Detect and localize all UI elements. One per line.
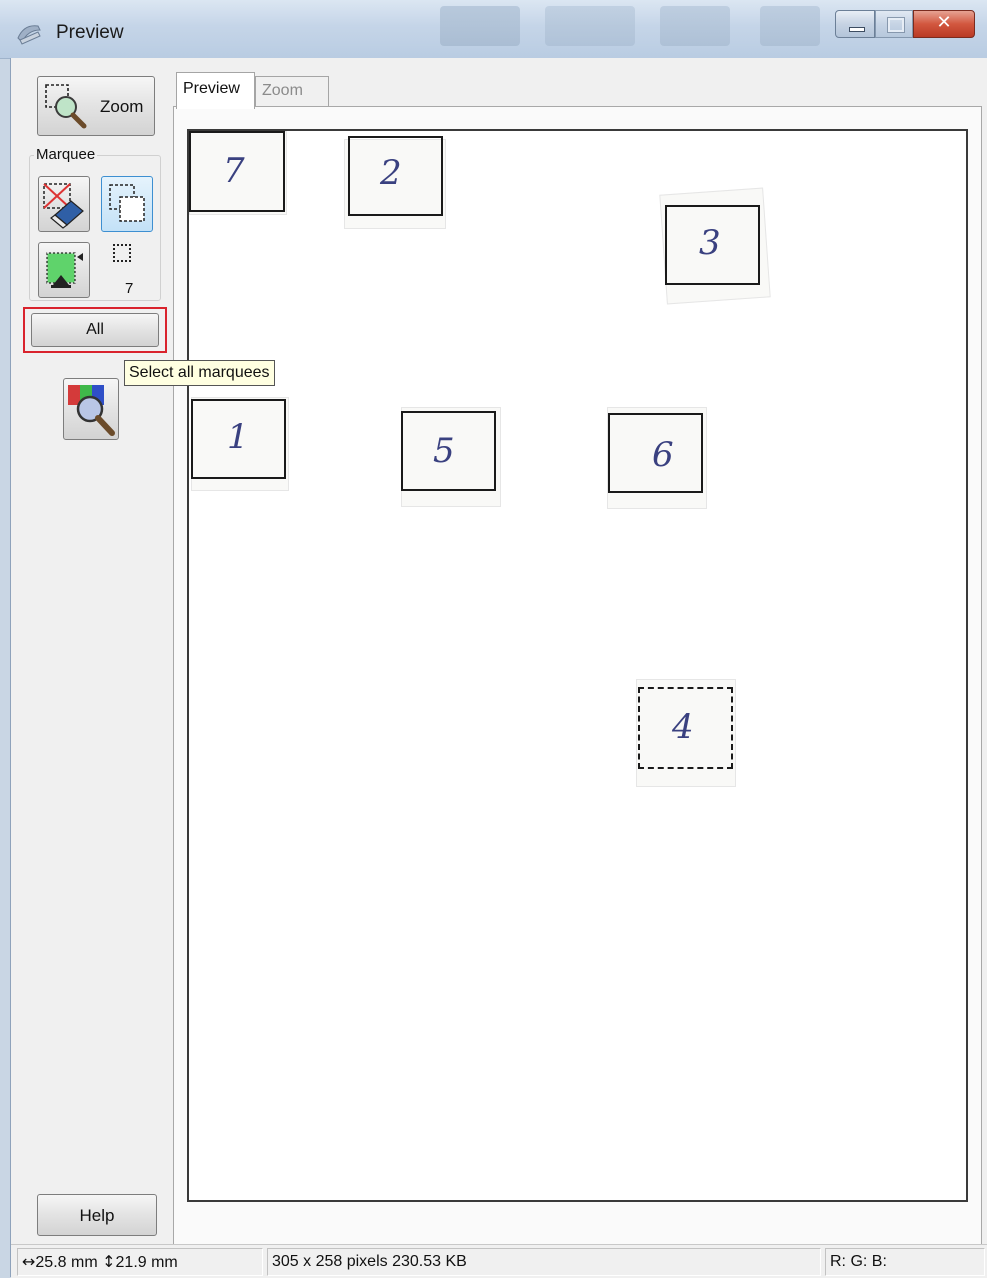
- marquee-7[interactable]: 7: [189, 131, 285, 212]
- status-rgb: R: G: B:: [825, 1248, 985, 1276]
- marquee-count-icon: [113, 244, 131, 262]
- marquee-label: 1: [227, 417, 249, 457]
- help-button-label: Help: [79, 1206, 115, 1225]
- scanner-app-icon: [17, 25, 41, 45]
- select-all-button[interactable]: All: [31, 313, 159, 347]
- title-decoration: [660, 6, 730, 46]
- maximize-button[interactable]: [875, 10, 913, 38]
- window-controls: ✕: [835, 10, 975, 40]
- marquee-1[interactable]: 1: [191, 399, 286, 479]
- preview-image-area[interactable]: 7 2 3 1 5 6 4: [187, 129, 968, 1202]
- close-button[interactable]: ✕: [913, 10, 975, 38]
- title-bar: Preview ✕: [0, 0, 987, 59]
- select-all-label: All: [86, 321, 104, 338]
- marquee-label: 5: [433, 431, 455, 471]
- status-width: 25.8 mm: [35, 1254, 98, 1271]
- marquee-4[interactable]: 4: [638, 687, 733, 769]
- zoom-magnifier-icon: [45, 84, 87, 129]
- marquee-label: 2: [380, 153, 402, 193]
- marquee-count: 7: [125, 280, 134, 297]
- marquee-5[interactable]: 5: [401, 411, 496, 491]
- tab-preview[interactable]: Preview: [176, 72, 255, 109]
- preview-tab-panel: 7 2 3 1 5 6 4: [173, 106, 982, 1254]
- select-all-tooltip: Select all marquees: [124, 360, 275, 386]
- window-client: Zoom Marquee 7 All Select all marquees H…: [10, 58, 987, 1278]
- color-palette-button[interactable]: [63, 378, 119, 440]
- eraser-icon: [43, 183, 84, 229]
- auto-locate-icon: [46, 252, 83, 288]
- title-decoration: [545, 6, 635, 46]
- duplicate-marquee-button[interactable]: [101, 176, 153, 232]
- marquee-group-label: Marquee: [34, 146, 98, 163]
- close-icon: ✕: [936, 12, 952, 33]
- marquee-label: 4: [672, 707, 694, 747]
- height-arrow-icon: ↕: [102, 1252, 116, 1271]
- marquee-label: 7: [223, 151, 245, 191]
- delete-marquee-button[interactable]: [38, 176, 90, 232]
- width-arrow-icon: ↔: [22, 1252, 36, 1271]
- color-magnifier-icon: [68, 385, 115, 436]
- tab-zoom[interactable]: Zoom: [255, 76, 329, 106]
- marquee-label: 6: [652, 435, 674, 475]
- status-image-info: 305 x 258 pixels 230.53 KB: [267, 1248, 821, 1276]
- minimize-button[interactable]: [835, 10, 875, 38]
- help-button[interactable]: Help: [37, 1194, 157, 1236]
- zoom-button[interactable]: Zoom: [37, 76, 155, 136]
- auto-locate-button[interactable]: [38, 242, 90, 298]
- marquee-3[interactable]: 3: [665, 205, 760, 285]
- marquee-label: 3: [699, 223, 721, 263]
- zoom-button-label: Zoom: [100, 97, 144, 116]
- status-bar: ↔25.8 mm ↕21.9 mm 305 x 258 pixels 230.5…: [11, 1244, 987, 1278]
- window-title: Preview: [56, 22, 124, 43]
- marquee-6[interactable]: 6: [608, 413, 703, 493]
- status-dimensions: ↔25.8 mm ↕21.9 mm: [17, 1248, 263, 1276]
- status-height: 21.9 mm: [115, 1254, 178, 1271]
- title-decoration: [760, 6, 820, 46]
- duplicate-marquee-icon: [109, 184, 145, 222]
- marquee-2[interactable]: 2: [348, 136, 443, 216]
- title-decoration: [440, 6, 520, 46]
